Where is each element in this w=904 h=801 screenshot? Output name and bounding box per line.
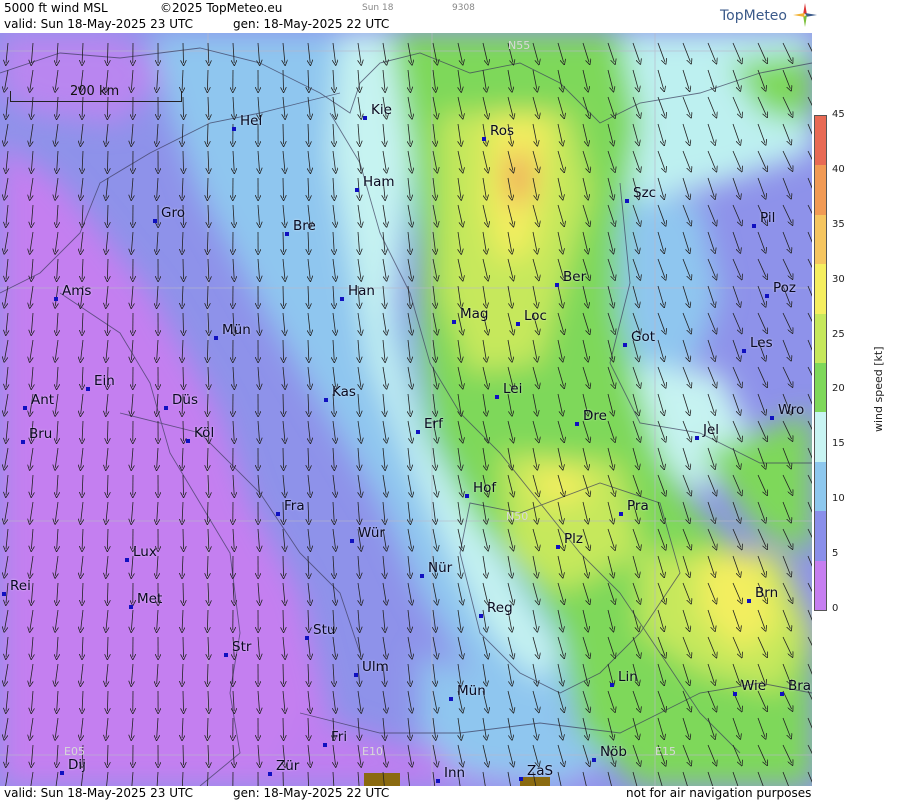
wind-arrow [283,123,284,144]
map-title: 5000 ft wind MSL [4,1,108,15]
colorbar-segment [815,461,826,512]
footer-generation-time: gen: 18-May-2025 22 UTC [233,786,390,800]
header-bar: 5000 ft wind MSL ©2025 TopMeteo.eu Sun 1… [0,0,812,33]
colorbar-title: wind speed [kt] [872,347,885,433]
wind-arrow [183,96,184,117]
code-tag: 9308 [452,3,475,13]
logo: TopMeteo [720,3,817,27]
logo-text: TopMeteo [720,8,787,24]
colorbar-tick-label: 45 [832,109,845,120]
wind-arrow [283,339,284,360]
wind-arrow [183,312,184,333]
wind-arrow [183,636,184,657]
day-tag: Sun 18 [362,3,394,13]
wind-arrow [183,690,184,711]
wind-arrow [183,528,184,549]
grid-label-n50: N50 [506,510,529,523]
footer-bar: valid: Sun 18-May-2025 23 UTC gen: 18-Ma… [0,786,812,801]
grid-label-n55: N55 [508,39,531,52]
wind-arrow [183,474,184,495]
colorbar-segment [815,165,826,216]
colorbar-tick-label: 40 [832,163,845,175]
wind-arrow [183,366,184,387]
colorbar-tick-label: 5 [832,548,839,560]
colorbar-tick-label: 30 [832,273,845,285]
disclaimer: not for air navigation purposes [626,786,812,800]
wind-arrow [283,447,284,468]
wind-arrow [283,609,284,630]
colorbar-segment [815,264,826,315]
wind-field [0,33,812,786]
grid-label-e10: E10 [362,745,383,758]
colorbar-tick-label: 35 [832,218,845,230]
colorbar-segment [815,116,826,166]
footer-valid-time: valid: Sun 18-May-2025 23 UTC [4,786,193,800]
generation-time: gen: 18-May-2025 22 UTC [233,17,390,31]
colorbar-tick-label: 10 [832,493,845,505]
colorbar-segment [815,511,826,562]
wind-arrow [183,582,184,603]
colorbar [814,115,827,611]
wind-arrow [283,555,284,576]
scale-label: 200 km [70,84,120,99]
colorbar-segment [815,313,826,364]
colorbar-tick-label: 0 [832,603,839,614]
colorbar-segment [815,412,826,463]
wind-arrow [283,177,284,198]
colorbar-tick-label: 25 [832,328,845,340]
wind-arrow [183,42,184,63]
wind-arrow [282,771,284,786]
wind-arrow [283,717,284,738]
grid-label-e15: E15 [655,745,676,758]
valid-time: valid: Sun 18-May-2025 23 UTC [4,17,193,31]
copyright: ©2025 TopMeteo.eu [160,1,283,15]
wind-arrow [283,231,284,252]
wind-arrow [283,69,284,90]
colorbar-tick-label: 15 [832,438,845,450]
compass-icon [793,3,817,27]
svg-text:wind speed [kt]: wind speed [kt] [872,347,885,433]
colorbar-segment [815,363,826,413]
wind-arrow [183,258,184,279]
colorbar-segment [815,560,826,611]
wind-arrow [183,744,184,765]
wind-map: 200 km N55 N50 E05 E10 E15 Kie Hel Ros H… [0,33,812,786]
colorbar-tick-label: 20 [832,383,845,395]
wind-arrow [183,150,184,171]
wind-arrow [183,420,184,441]
wind-arrow [283,393,284,414]
wind-arrow [283,663,284,684]
wind-arrow [283,285,284,306]
colorbar-segment [815,214,826,265]
